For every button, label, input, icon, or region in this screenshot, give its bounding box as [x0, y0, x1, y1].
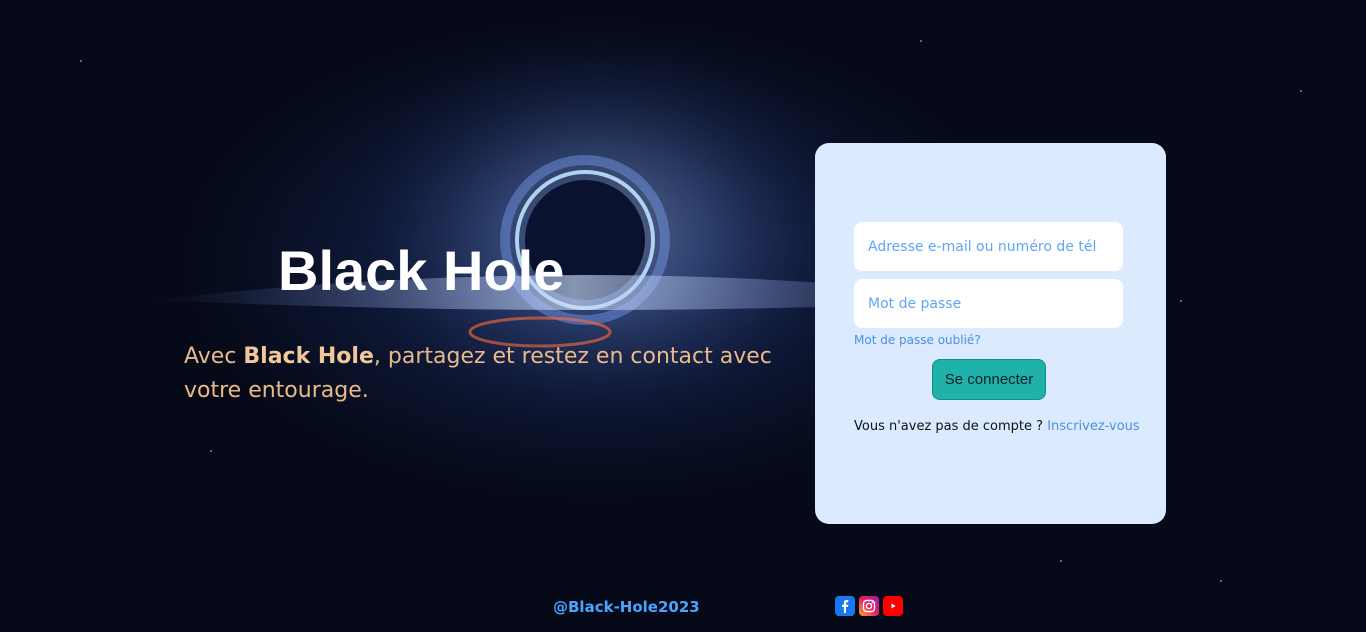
- tagline-brand: Black Hole: [243, 344, 374, 369]
- signup-prompt: Vous n'avez pas de compte ?: [854, 419, 1048, 434]
- signup-link[interactable]: Inscrivez-vous: [1047, 419, 1139, 434]
- hero-tagline: Avec Black Hole, partagez et restez en c…: [184, 340, 794, 408]
- signup-line: Vous n'avez pas de compte ? Inscrivez-vo…: [854, 419, 1140, 434]
- footer-handle: @Black-Hole2023: [553, 598, 700, 616]
- email-field[interactable]: [854, 222, 1123, 271]
- instagram-icon[interactable]: [859, 596, 879, 616]
- hero-title: Black Hole: [278, 239, 565, 302]
- forgot-password-link[interactable]: Mot de passe oublié?: [854, 333, 981, 347]
- youtube-icon[interactable]: [883, 596, 903, 616]
- login-card: Mot de passe oublié? Se connecter Vous n…: [815, 143, 1166, 524]
- facebook-icon[interactable]: [835, 596, 855, 616]
- tagline-prefix: Avec: [184, 344, 244, 369]
- social-links: [835, 596, 903, 616]
- password-field[interactable]: [854, 279, 1123, 328]
- login-button[interactable]: Se connecter: [932, 359, 1046, 400]
